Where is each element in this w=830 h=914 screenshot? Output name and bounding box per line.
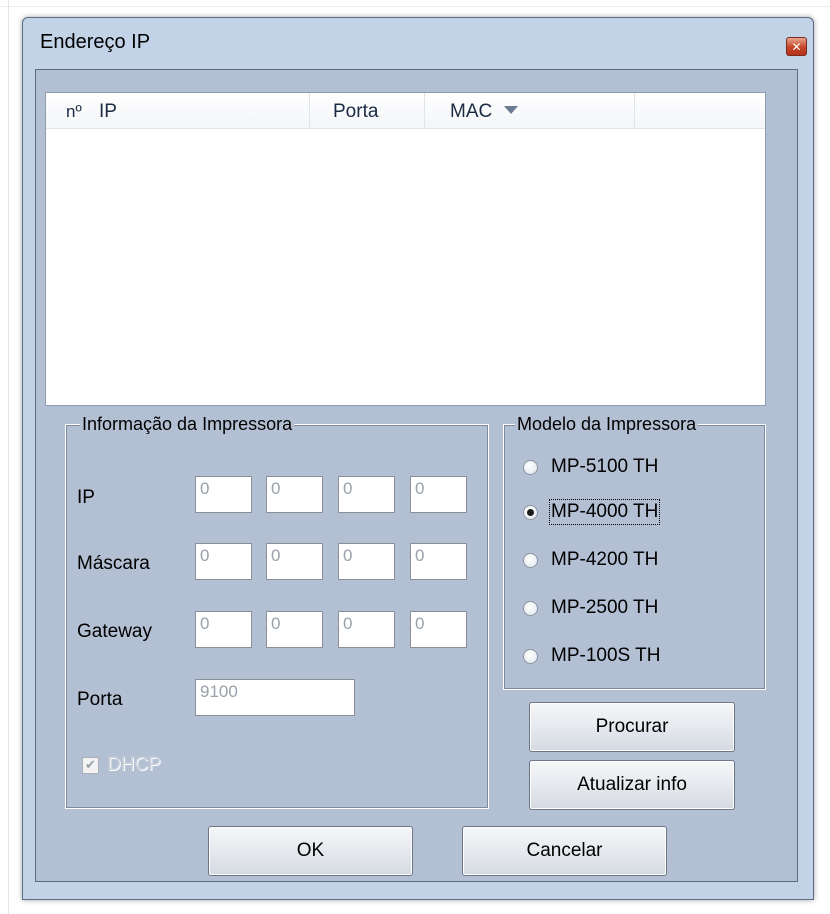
page-top-edge [0, 6, 830, 7]
sort-down-arrow-icon [504, 106, 518, 114]
column-header-mac[interactable]: MAC [450, 93, 492, 128]
ip-octet-3-field[interactable]: 0 [338, 476, 395, 513]
cancel-button[interactable]: Cancelar [462, 826, 667, 876]
radio-mp-5100-th[interactable] [523, 460, 538, 475]
ip-label: IP [77, 487, 95, 508]
gateway-octet-2-field[interactable]: 0 [266, 611, 323, 648]
gateway-label: Gateway [77, 621, 152, 642]
search-button[interactable]: Procurar [529, 702, 735, 752]
mask-octet-3-field[interactable]: 0 [338, 543, 395, 580]
close-icon: ✕ [791, 39, 802, 54]
ip-octet-2-field[interactable]: 0 [266, 476, 323, 513]
gateway-octet-3-field[interactable]: 0 [338, 611, 395, 648]
column-header-port[interactable]: Porta [333, 93, 378, 128]
mask-octet-4-field[interactable]: 0 [410, 543, 467, 580]
port-field[interactable]: 9100 [195, 679, 355, 716]
printer-info-legend: Informação da Impressora [80, 413, 295, 435]
mask-octet-2-field[interactable]: 0 [266, 543, 323, 580]
column-divider[interactable] [309, 93, 310, 128]
column-divider[interactable] [424, 93, 425, 128]
mask-label: Máscara [77, 553, 150, 574]
gateway-octet-1-field[interactable]: 0 [195, 611, 252, 648]
page-left-edge [8, 0, 9, 914]
gateway-octet-4-field[interactable]: 0 [410, 611, 467, 648]
printer-model-legend: Modelo da Impressora [515, 413, 699, 435]
radio-mp-4000-th[interactable] [523, 505, 538, 520]
refresh-info-button[interactable]: Atualizar info [529, 760, 735, 810]
dhcp-checkbox[interactable]: ✔ [82, 757, 99, 774]
ip-octet-1-field[interactable]: 0 [195, 476, 252, 513]
printer-list[interactable]: nº IP Porta MAC [45, 92, 766, 406]
column-header-number[interactable]: nº [66, 93, 82, 128]
radio-mp-100s-th[interactable] [523, 649, 538, 664]
radio-label-mp-100s-th[interactable]: MP-100S TH [551, 645, 660, 667]
checkmark-icon: ✔ [85, 758, 96, 773]
dhcp-label: DHCP [107, 754, 161, 775]
radio-label-mp-5100-th[interactable]: MP-5100 TH [551, 456, 658, 478]
dialog-title: Endereço IP [40, 31, 151, 53]
radio-mp-4200-th[interactable] [523, 553, 538, 568]
column-divider[interactable] [634, 93, 635, 128]
column-header-ip[interactable]: IP [99, 93, 117, 128]
ip-octet-4-field[interactable]: 0 [410, 476, 467, 513]
radio-label-mp-4200-th[interactable]: MP-4200 TH [551, 549, 658, 571]
radio-label-mp-2500-th[interactable]: MP-2500 TH [551, 597, 658, 619]
list-header: nº IP Porta MAC [46, 93, 765, 129]
close-button[interactable]: ✕ [786, 37, 807, 56]
mask-octet-1-field[interactable]: 0 [195, 543, 252, 580]
ok-button[interactable]: OK [208, 826, 413, 876]
radio-mp-2500-th[interactable] [523, 601, 538, 616]
port-label: Porta [77, 689, 123, 710]
radio-label-mp-4000-th[interactable]: MP-4000 TH [548, 499, 661, 525]
